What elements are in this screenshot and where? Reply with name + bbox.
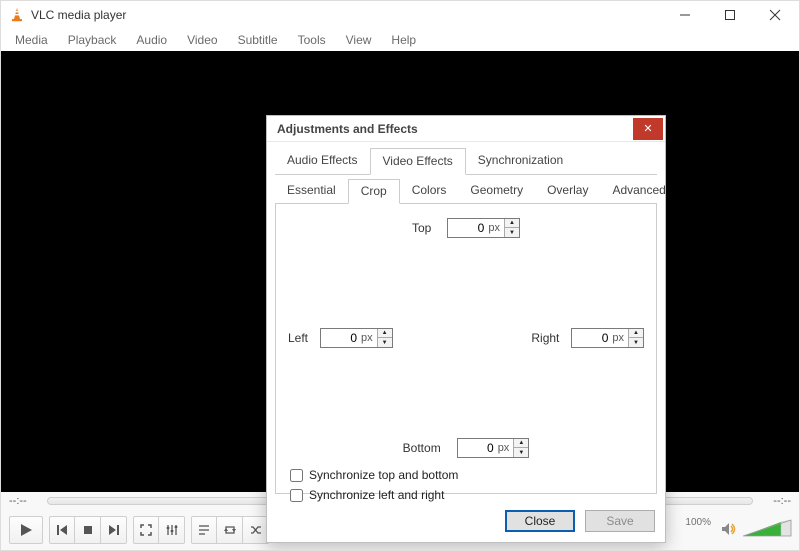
window-title: VLC media player xyxy=(31,8,126,22)
unit-label: px xyxy=(361,329,377,347)
dialog-close-action[interactable]: Close xyxy=(505,510,575,532)
video-effects-subtabs: Essential Crop Colors Geometry Overlay A… xyxy=(275,179,657,204)
dialog-body: Audio Effects Video Effects Synchronizat… xyxy=(267,142,665,502)
subtab-colors[interactable]: Colors xyxy=(400,179,459,203)
subtab-overlay[interactable]: Overlay xyxy=(535,179,600,203)
crop-bottom-label: Bottom xyxy=(403,441,441,455)
crop-top-spinner[interactable]: px ▲ ▼ xyxy=(447,218,520,238)
sync-lr-label: Synchronize left and right xyxy=(309,488,444,502)
close-icon: ✕ xyxy=(643,122,652,135)
sync-top-bottom-checkbox[interactable]: Synchronize top and bottom xyxy=(290,468,644,482)
vlc-cone-icon xyxy=(9,7,25,23)
dialog-header[interactable]: Adjustments and Effects ✕ xyxy=(267,116,665,142)
unit-label: px xyxy=(498,439,514,457)
previous-button[interactable] xyxy=(49,516,75,544)
equalizer-icon xyxy=(166,524,178,536)
loop-button[interactable] xyxy=(217,516,243,544)
close-window-button[interactable] xyxy=(752,1,797,29)
crop-right-step-up[interactable]: ▲ xyxy=(629,329,643,338)
dialog-footer: Close Save xyxy=(267,502,665,542)
crop-left-step-down[interactable]: ▼ xyxy=(378,338,392,347)
volume-slider[interactable] xyxy=(743,520,791,540)
crop-bottom-step-up[interactable]: ▲ xyxy=(514,439,528,448)
window-controls xyxy=(662,1,797,29)
menu-video[interactable]: Video xyxy=(177,31,227,49)
tab-video-effects[interactable]: Video Effects xyxy=(370,148,466,175)
crop-top-step-down[interactable]: ▼ xyxy=(505,228,519,237)
sync-left-right-checkbox[interactable]: Synchronize left and right xyxy=(290,488,644,502)
subtab-crop[interactable]: Crop xyxy=(348,179,400,204)
adjustments-effects-dialog: Adjustments and Effects ✕ Audio Effects … xyxy=(266,115,666,543)
shuffle-icon xyxy=(250,524,262,536)
subtab-essential[interactable]: Essential xyxy=(275,179,348,203)
crop-bottom-input[interactable] xyxy=(458,439,498,457)
playlist-button[interactable] xyxy=(191,516,217,544)
title-bar: VLC media player xyxy=(1,1,799,29)
crop-panel: Top px ▲ ▼ xyxy=(275,204,657,494)
crop-left-input[interactable] xyxy=(321,329,361,347)
stop-button[interactable] xyxy=(75,516,101,544)
crop-right-label: Right xyxy=(531,331,559,345)
crop-right-input[interactable] xyxy=(572,329,612,347)
loop-icon xyxy=(224,524,236,536)
menu-view[interactable]: View xyxy=(336,31,382,49)
unit-label: px xyxy=(488,219,504,237)
time-remaining: --:-- xyxy=(761,495,791,507)
video-area: Adjustments and Effects ✕ Audio Effects … xyxy=(1,51,799,492)
skip-next-icon xyxy=(108,524,120,536)
crop-top-label: Top xyxy=(412,221,431,235)
crop-bottom-step-down[interactable]: ▼ xyxy=(514,448,528,457)
menu-help[interactable]: Help xyxy=(381,31,426,49)
crop-right-spinner[interactable]: px ▲ ▼ xyxy=(571,328,644,348)
dialog-title: Adjustments and Effects xyxy=(277,122,418,136)
crop-left-label: Left xyxy=(288,331,308,345)
menu-subtitle[interactable]: Subtitle xyxy=(228,31,288,49)
playlist-icon xyxy=(198,524,210,536)
menu-bar: Media Playback Audio Video Subtitle Tool… xyxy=(1,29,799,51)
play-button[interactable] xyxy=(9,516,43,544)
crop-bottom-spinner[interactable]: px ▲ ▼ xyxy=(457,438,530,458)
subtab-geometry[interactable]: Geometry xyxy=(458,179,535,203)
sync-tb-input[interactable] xyxy=(290,469,303,482)
crop-top-step-up[interactable]: ▲ xyxy=(505,219,519,228)
subtab-advanced[interactable]: Advanced xyxy=(600,179,677,203)
menu-tools[interactable]: Tools xyxy=(288,31,336,49)
minimize-button[interactable] xyxy=(662,1,707,29)
app-window: VLC media player Media Playback Audio Vi… xyxy=(0,0,800,551)
extended-settings-button[interactable] xyxy=(159,516,185,544)
crop-left-spinner[interactable]: px ▲ ▼ xyxy=(320,328,393,348)
next-button[interactable] xyxy=(101,516,127,544)
sync-tb-label: Synchronize top and bottom xyxy=(309,468,458,482)
maximize-button[interactable] xyxy=(707,1,752,29)
tab-synchronization[interactable]: Synchronization xyxy=(466,148,575,174)
play-icon xyxy=(19,523,33,537)
time-elapsed: --:-- xyxy=(9,495,39,507)
unit-label: px xyxy=(612,329,628,347)
fullscreen-icon xyxy=(140,524,152,536)
dialog-close-button[interactable]: ✕ xyxy=(633,118,663,140)
dialog-save-action[interactable]: Save xyxy=(585,510,655,532)
menu-audio[interactable]: Audio xyxy=(126,31,177,49)
sync-lr-input[interactable] xyxy=(290,489,303,502)
fullscreen-button[interactable] xyxy=(133,516,159,544)
speaker-icon[interactable] xyxy=(721,522,737,539)
crop-right-step-down[interactable]: ▼ xyxy=(629,338,643,347)
effect-category-tabs: Audio Effects Video Effects Synchronizat… xyxy=(275,148,657,175)
tab-audio-effects[interactable]: Audio Effects xyxy=(275,148,370,174)
crop-top-input[interactable] xyxy=(448,219,488,237)
volume-control: 100% xyxy=(689,520,791,540)
menu-media[interactable]: Media xyxy=(5,31,58,49)
stop-icon xyxy=(82,524,94,536)
volume-percent-label: 100% xyxy=(685,517,711,528)
skip-previous-icon xyxy=(56,524,68,536)
crop-left-step-up[interactable]: ▲ xyxy=(378,329,392,338)
menu-playback[interactable]: Playback xyxy=(58,31,127,49)
